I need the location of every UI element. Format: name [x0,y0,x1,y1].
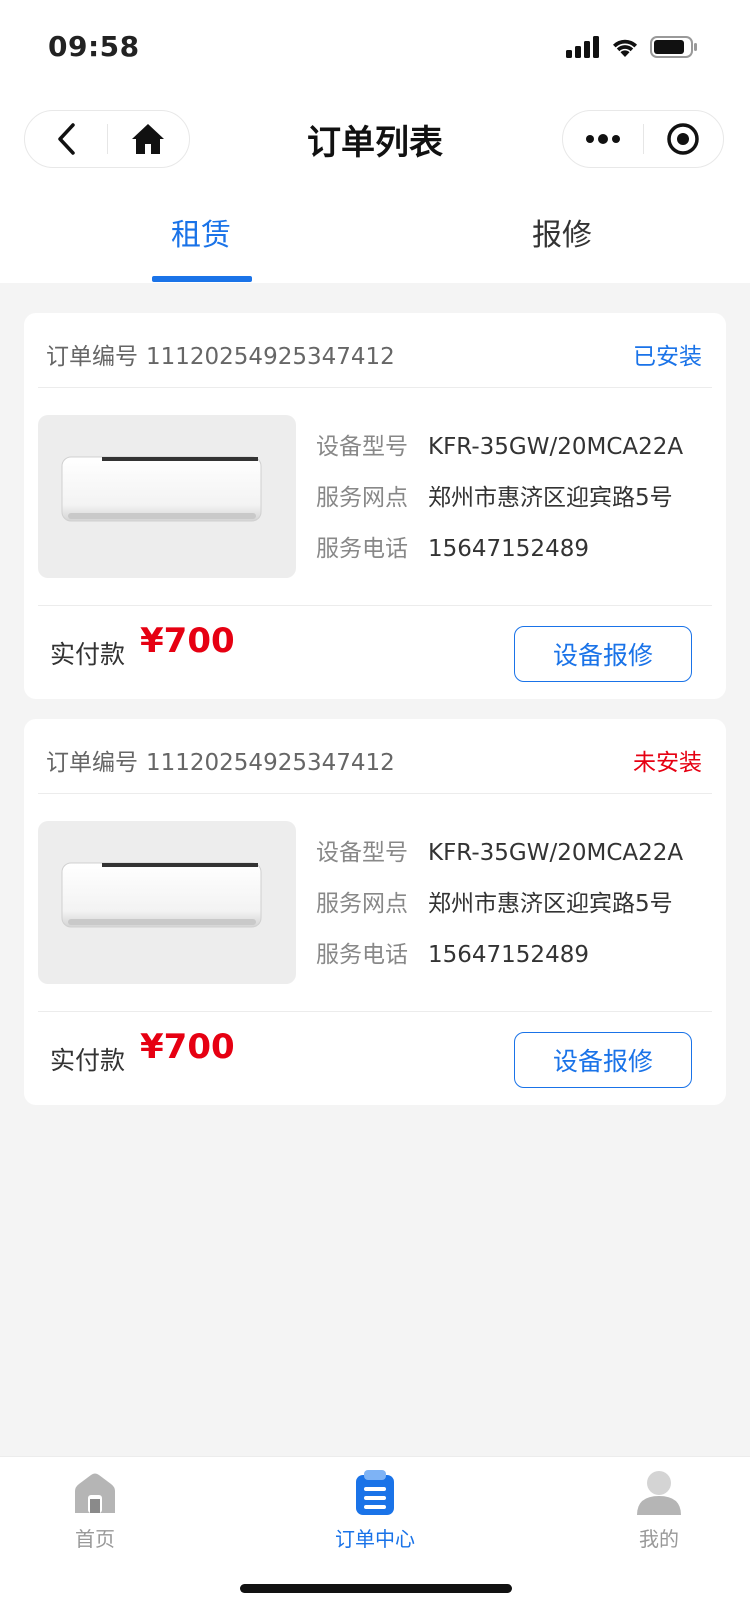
service-phone-label: 服务电话 [316,942,408,968]
target-icon [667,123,699,155]
tabbar-label-home: 首页 [75,1527,115,1551]
divider [38,793,712,794]
nav-right-capsule [562,110,724,168]
order-number: 订单编号 11120254925347412 [46,337,395,371]
service-phone-value: 15647152489 [428,942,589,968]
product-image[interactable] [38,821,296,984]
service-outlet-label: 服务网点 [316,891,408,917]
wifi-icon [613,39,637,57]
air-conditioner-image [61,456,262,522]
divider [38,605,712,606]
order-number-label: 订单编号 [46,750,138,776]
divider [38,1011,712,1012]
order-card[interactable]: 订单编号 11120254925347412 未安装 设备型号 KFR-35GW/2… [24,719,726,1105]
device-model-label: 设备型号 [316,434,408,460]
order-icon [356,1470,394,1515]
device-repair-button[interactable]: 设备报修 [514,1032,692,1088]
status-icons [566,36,698,58]
order-status: 已安装 [633,344,702,370]
tab-repair[interactable]: 报修 [462,210,662,254]
service-outlet-value: 郑州市惠济区迎宾路5号 [428,891,673,917]
tabbar-item-home[interactable]: 首页 [20,1469,170,1552]
service-phone-label: 服务电话 [316,536,408,562]
bottom-tab-bar: 首页 订单中心 我的 [0,1456,750,1624]
device-model-row: 设备型号 KFR-35GW/20MCA22A [316,833,683,867]
paid-amount: ¥700 [140,1027,235,1067]
air-conditioner-image [61,862,262,928]
service-outlet-value: 郑州市惠济区迎宾路5号 [428,485,673,511]
product-image[interactable] [38,415,296,578]
device-model-value: KFR-35GW/20MCA22A [428,434,684,460]
tabbar-item-mine[interactable]: 我的 [584,1469,734,1552]
device-model-row: 设备型号 KFR-35GW/20MCA22A [316,427,683,461]
signal-icon [566,36,599,58]
battery-icon [650,36,697,58]
paid-label: 实付款 [50,640,126,669]
order-number-label: 订单编号 [46,344,138,370]
more-button[interactable] [563,111,643,167]
order-number: 订单编号 11120254925347412 [46,743,395,777]
order-card-header: 订单编号 11120254925347412 未安装 [24,719,726,793]
service-outlet-row: 服务网点 郑州市惠济区迎宾路5号 [316,884,673,918]
active-tab-indicator [152,276,252,282]
order-card-header: 订单编号 11120254925347412 已安装 [24,313,726,387]
user-tab-icon-wrap [635,1469,683,1517]
user-icon [637,1471,681,1515]
device-repair-button[interactable]: 设备报修 [514,626,692,682]
service-phone-row: 服务电话 15647152489 [316,935,589,969]
tabbar-item-orders[interactable]: 订单中心 [300,1469,450,1552]
divider [38,387,712,388]
device-model-value: KFR-35GW/20MCA22A [428,840,684,866]
service-phone-value: 15647152489 [428,536,589,562]
home-icon [75,1473,115,1513]
status-time: 09:58 [48,30,140,63]
order-card[interactable]: 订单编号 11120254925347412 已安装 设备型号 KFR-35GW/2… [24,313,726,699]
home-tab-icon-wrap [71,1469,119,1517]
more-dots-icon [585,134,620,144]
order-number-value: 11120254925347412 [146,750,395,776]
service-outlet-row: 服务网点 郑州市惠济区迎宾路5号 [316,478,673,512]
service-phone-row: 服务电话 15647152489 [316,529,589,563]
paid-label: 实付款 [50,1046,126,1075]
order-tab-icon-wrap [351,1469,399,1517]
paid-amount: ¥700 [140,621,235,661]
order-status: 未安装 [633,750,702,776]
tabbar-label-orders: 订单中心 [335,1527,415,1551]
tab-rent[interactable]: 租赁 [101,210,301,254]
device-model-label: 设备型号 [316,840,408,866]
service-outlet-label: 服务网点 [316,485,408,511]
close-miniprogram-button[interactable] [644,111,724,167]
tabbar-label-mine: 我的 [639,1527,679,1551]
order-number-value: 11120254925347412 [146,344,395,370]
home-indicator [240,1584,512,1593]
